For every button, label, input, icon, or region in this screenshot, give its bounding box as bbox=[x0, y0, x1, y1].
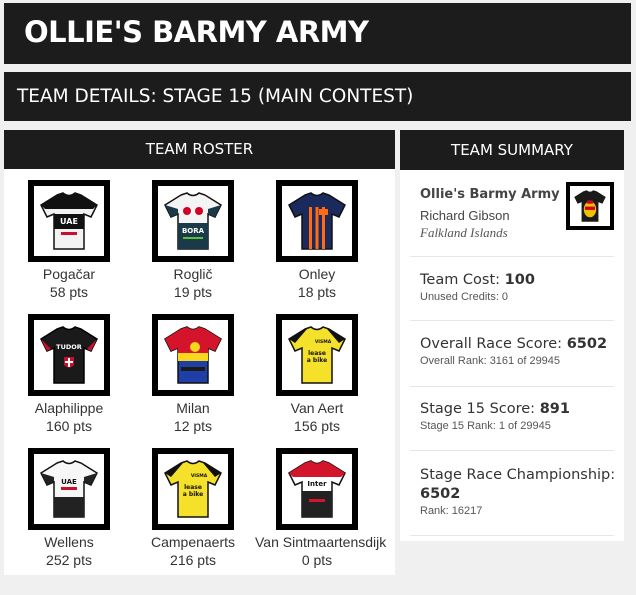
team-title: OLLIE'S BARMY ARMY bbox=[24, 15, 369, 49]
svg-text:UAE: UAE bbox=[61, 478, 77, 486]
team-summary-panel: TEAM SUMMARY Ollie's Barmy Army Richard … bbox=[400, 130, 624, 541]
svg-text:VISMA: VISMA bbox=[315, 339, 332, 345]
rider-card[interactable]: lease a bike VISMA Van Aert 156 pts bbox=[255, 314, 379, 448]
divider bbox=[410, 386, 614, 387]
rider-points: 252 pts bbox=[46, 552, 92, 568]
overall-rank: Overall Rank: 3161 of 29945 bbox=[420, 355, 561, 367]
roster-grid: UAE Pogačar 58 pts BORA Roglič 19 pts On… bbox=[4, 169, 395, 582]
rider-points: 160 pts bbox=[46, 418, 92, 434]
team-jersey-frame bbox=[566, 182, 614, 230]
rider-name: Van Aert bbox=[290, 400, 344, 416]
tudor-jersey-icon: TUDOR bbox=[40, 326, 98, 384]
svg-text:VISMA: VISMA bbox=[191, 473, 208, 479]
jersey-frame: UAE bbox=[28, 448, 110, 530]
stage-rank: Stage 15 Rank: 1 of 29945 bbox=[420, 420, 551, 432]
jersey-frame bbox=[152, 314, 234, 396]
rider-card[interactable]: TUDOR Alaphilippe 160 pts bbox=[7, 314, 131, 448]
rider-points: 12 pts bbox=[173, 418, 213, 434]
rider-name: Pogačar bbox=[42, 266, 96, 282]
overall-score-value: 6502 bbox=[566, 336, 608, 352]
svg-text:a bike: a bike bbox=[307, 357, 327, 364]
intermarche-jersey-icon: Inter bbox=[288, 460, 346, 518]
divider bbox=[410, 450, 614, 451]
svg-text:a bike: a bike bbox=[183, 491, 203, 498]
divider bbox=[410, 320, 614, 321]
jersey-frame: lease a bike VISMA bbox=[276, 314, 358, 396]
rider-card[interactable]: Onley 18 pts bbox=[255, 180, 379, 314]
overall-race-score: Overall Race Score: 6502 bbox=[420, 336, 608, 352]
stage-score: Stage 15 Score: 891 bbox=[420, 401, 570, 417]
svg-text:UAE: UAE bbox=[60, 217, 78, 226]
svg-text:Inter: Inter bbox=[307, 480, 327, 488]
team-cost-value: 100 bbox=[504, 272, 535, 288]
team-roster-heading: TEAM ROSTER bbox=[4, 130, 395, 169]
stage-score-block: Stage 15 Score: 891 Stage 15 Rank: 1 of … bbox=[420, 401, 618, 432]
svg-text:lease: lease bbox=[184, 484, 202, 491]
team-roster-panel: TEAM ROSTER UAE Pogačar 58 pts BORA Rogl… bbox=[4, 130, 395, 575]
rider-name: Campenaerts bbox=[150, 534, 236, 550]
championship-rank: Rank: 16217 bbox=[420, 505, 483, 517]
details-title: TEAM DETAILS: STAGE 15 (MAIN CONTEST) bbox=[17, 86, 414, 107]
page-header: OLLIE'S BARMY ARMY bbox=[4, 3, 631, 64]
details-header: TEAM DETAILS: STAGE 15 (MAIN CONTEST) bbox=[4, 72, 631, 121]
rider-card[interactable]: lease a bike VISMA Campenaerts 216 pts bbox=[131, 448, 255, 582]
visma-jersey-icon: lease a bike VISMA bbox=[288, 326, 346, 384]
championship-label: Stage Race Championship: bbox=[420, 467, 616, 483]
rider-name: Alaphilippe bbox=[34, 400, 104, 416]
jersey-frame bbox=[276, 180, 358, 262]
team-cost: Team Cost: 100 bbox=[420, 272, 535, 288]
bora-jersey-icon: BORA bbox=[164, 192, 222, 250]
team-cost-block: Team Cost: 100 Unused Credits: 0 bbox=[420, 272, 618, 303]
lidl-trek-jersey-icon bbox=[164, 326, 222, 384]
rider-card[interactable]: Milan 12 pts bbox=[131, 314, 255, 448]
divider bbox=[410, 256, 614, 257]
overall-score-block: Overall Race Score: 6502 Overall Rank: 3… bbox=[420, 336, 618, 367]
rider-points: 58 pts bbox=[49, 284, 89, 300]
championship-block: Stage Race Championship: 6502 Rank: 1621… bbox=[420, 467, 618, 517]
svg-text:lease: lease bbox=[308, 350, 326, 357]
unused-credits: Unused Credits: 0 bbox=[420, 291, 509, 303]
jersey-frame: BORA bbox=[152, 180, 234, 262]
rider-name: Van Sintmaartensdijk bbox=[255, 534, 387, 550]
team-summary-heading: TEAM SUMMARY bbox=[400, 130, 624, 170]
rider-name: Roglič bbox=[173, 266, 213, 282]
visma-jersey-icon: lease a bike VISMA bbox=[164, 460, 222, 518]
championship-score: 6502 bbox=[420, 486, 461, 502]
rider-name: Onley bbox=[298, 266, 336, 282]
uae-jersey-icon: UAE bbox=[40, 192, 98, 250]
jersey-frame: TUDOR bbox=[28, 314, 110, 396]
stage-score-value: 891 bbox=[539, 401, 570, 417]
rider-points: 156 pts bbox=[294, 418, 340, 434]
rider-card[interactable]: Inter Van Sintmaartensdijk 0 pts bbox=[255, 448, 387, 582]
jersey-frame: UAE bbox=[28, 180, 110, 262]
rider-points: 216 pts bbox=[170, 552, 216, 568]
divider bbox=[410, 535, 614, 536]
rider-name: Wellens bbox=[44, 534, 94, 550]
jersey-frame: Inter bbox=[276, 448, 358, 530]
svg-text:BORA: BORA bbox=[182, 227, 205, 235]
dsm-jersey-icon bbox=[288, 192, 346, 250]
rider-points: 19 pts bbox=[173, 284, 213, 300]
custom-team-jersey-icon bbox=[574, 190, 606, 222]
uae-jersey-icon: UAE bbox=[40, 460, 98, 518]
svg-text:TUDOR: TUDOR bbox=[56, 343, 82, 351]
rider-name: Milan bbox=[176, 400, 210, 416]
rider-points: 18 pts bbox=[297, 284, 337, 300]
jersey-frame: lease a bike VISMA bbox=[152, 448, 234, 530]
rider-card[interactable]: UAE Wellens 252 pts bbox=[7, 448, 131, 582]
rider-card[interactable]: BORA Roglič 19 pts bbox=[131, 180, 255, 314]
rider-points: 0 pts bbox=[301, 552, 333, 568]
rider-card[interactable]: UAE Pogačar 58 pts bbox=[7, 180, 131, 314]
